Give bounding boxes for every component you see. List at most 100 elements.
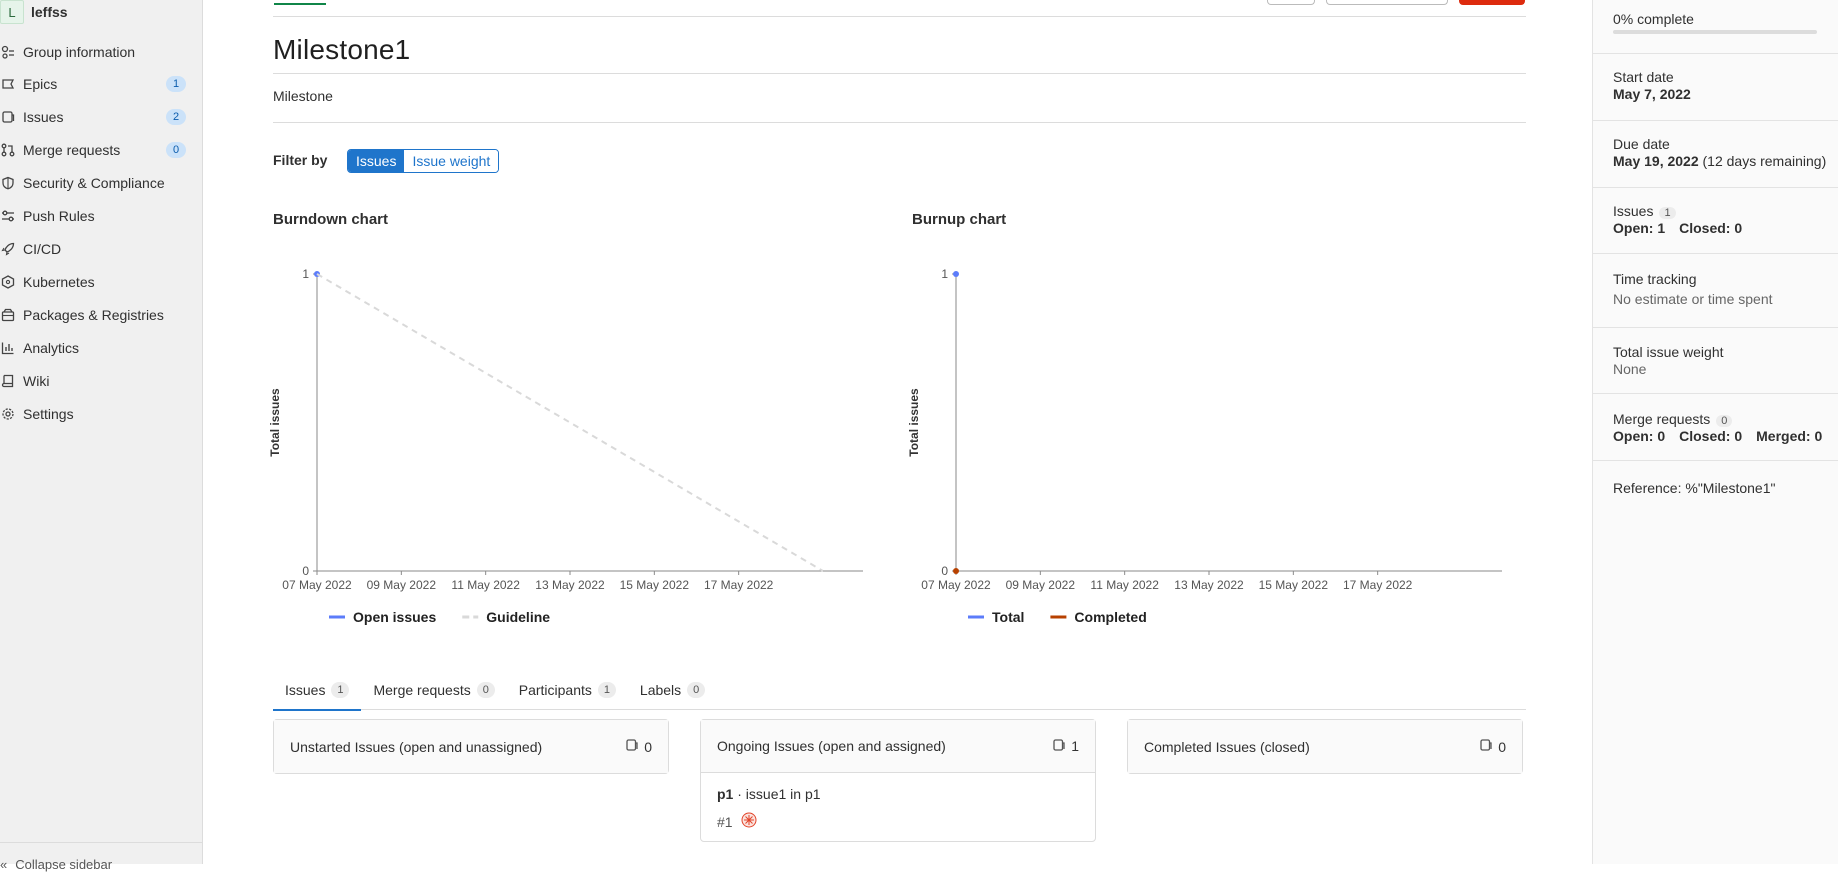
count-badge: 1 xyxy=(166,76,186,92)
tab-label: Merge requests xyxy=(373,682,471,698)
chart-icon xyxy=(0,340,16,356)
sidebar-item-label: Merge requests xyxy=(23,142,121,158)
more-actions-button[interactable] xyxy=(1267,0,1315,5)
y-tick-label: 1 xyxy=(302,267,309,281)
sidebar-item-packages-registries[interactable]: Packages & Registries xyxy=(0,301,203,329)
x-tick-label: 13 May 2022 xyxy=(1174,578,1244,592)
sidebar-item-label: Settings xyxy=(23,406,74,422)
total-weight-value: None xyxy=(1613,361,1647,377)
delete-button[interactable] xyxy=(1459,0,1525,5)
right-sidebar: 0% complete Start date May 7, 2022 Due d… xyxy=(1592,0,1838,864)
reference-section[interactable]: Reference: %"Milestone1" xyxy=(1613,480,1838,496)
sidebar-item-cicd[interactable]: CI/CD xyxy=(0,235,203,263)
tab-labels[interactable]: Labels 0 xyxy=(628,670,717,710)
burndown-chart: 0 1 07 May 2022 09 May 2022 11 May 2022 13 Ma… xyxy=(268,267,863,625)
tab-issues[interactable]: Issues 1 xyxy=(273,670,362,711)
shield-icon xyxy=(0,175,16,191)
due-date-label: Due date xyxy=(1613,136,1670,152)
time-tracking-value: No estimate or time spent xyxy=(1613,291,1773,307)
edit-button[interactable] xyxy=(1326,0,1448,5)
sidebar-item-analytics[interactable]: Analytics xyxy=(0,334,203,362)
divider xyxy=(273,122,1526,123)
filter-issue-weight-button[interactable]: Issue weight xyxy=(404,150,499,172)
time-tracking-label: Time tracking xyxy=(1613,271,1697,287)
board-header: Unstarted Issues (open and unassigned) 0 xyxy=(274,720,668,773)
count-badge: 0 xyxy=(166,142,186,158)
board-title: Ongoing Issues (open and assigned) xyxy=(717,738,946,754)
total-weight-label: Total issue weight xyxy=(1613,344,1724,360)
divider xyxy=(1593,53,1838,54)
mr-label: Merge requests xyxy=(1613,411,1711,427)
burnup-chart-title: Burnup chart xyxy=(912,211,1007,228)
sidebar-item-security-compliance[interactable]: Security & Compliance xyxy=(0,169,203,197)
sidebar-item-settings[interactable]: Settings xyxy=(0,400,203,428)
filter-issues-button[interactable]: Issues xyxy=(348,150,405,172)
sidebar-item-label: Epics xyxy=(23,76,58,92)
sidebar-item-group-information[interactable]: Group information xyxy=(0,38,203,66)
count-badge: 1 xyxy=(1659,207,1676,219)
count-badge: 0 xyxy=(1716,415,1733,427)
group-avatar: L xyxy=(0,0,24,24)
y-tick-label: 0 xyxy=(302,564,309,578)
y-axis-label: Total issues xyxy=(268,388,282,457)
board-completed: Completed Issues (closed) 0 xyxy=(1127,719,1523,774)
time-tracking-section[interactable]: Time tracking No estimate or time spent xyxy=(1613,271,1838,307)
series-point-1 xyxy=(953,568,959,574)
issue-card[interactable]: p1 · issue1 in p1 #1 xyxy=(701,773,1095,841)
issues-icon xyxy=(1479,738,1493,755)
burnup-chart: 0 1 07 May 2022 09 May 2022 11 May 2022 13 Ma… xyxy=(907,267,1502,625)
mr-row: Merge requests 0 xyxy=(1613,411,1838,427)
sidebar-item-epics[interactable]: Epics 1 xyxy=(0,70,203,98)
sidebar-item-label: Kubernetes xyxy=(23,274,95,290)
collapse-sidebar-button[interactable]: « Collapse sidebar xyxy=(0,842,203,872)
count-badge: 2 xyxy=(166,109,186,125)
due-date-section[interactable]: Due date May 19, 2022 (12 days remaining… xyxy=(1613,136,1838,169)
issue-card-title[interactable]: p1 · issue1 in p1 xyxy=(717,786,1079,802)
x-tick-label: 09 May 2022 xyxy=(367,578,437,592)
assignee-avatar[interactable] xyxy=(741,812,757,831)
sidebar-item-label: CI/CD xyxy=(23,241,62,257)
x-tick-label: 07 May 2022 xyxy=(921,578,991,592)
divider xyxy=(1593,187,1838,188)
milestone-tabs: Issues 1 Merge requests 0 Participants 1 La… xyxy=(273,670,1526,711)
due-date-remaining: (12 days remaining) xyxy=(1702,153,1827,169)
sidebar-item-push-rules[interactable]: Push Rules xyxy=(0,202,203,230)
burndown-chart-title: Burndown chart xyxy=(273,211,388,228)
issues-icon xyxy=(625,738,639,755)
package-icon xyxy=(0,307,16,323)
count-badge: 1 xyxy=(597,682,616,698)
mr-open: Open: 0 xyxy=(1613,428,1666,444)
x-tick-label: 15 May 2022 xyxy=(620,578,690,592)
kubernetes-icon xyxy=(0,274,16,290)
total-weight-section: Total issue weight None xyxy=(1613,344,1838,377)
y-tick-label: 0 xyxy=(941,564,948,578)
filter-label: Filter by xyxy=(273,152,328,168)
tab-merge-requests[interactable]: Merge requests 0 xyxy=(361,670,506,710)
board-count: 1 xyxy=(1052,738,1079,755)
divider xyxy=(1593,393,1838,394)
sidebar-item-kubernetes[interactable]: Kubernetes xyxy=(0,268,203,296)
group-header[interactable]: L leffss xyxy=(0,0,203,24)
separator: · xyxy=(733,786,746,802)
issue-project: p1 xyxy=(717,786,734,802)
group-name: leffss xyxy=(31,4,68,20)
board-count-value: 0 xyxy=(644,738,652,755)
board-title: Unstarted Issues (open and unassigned) xyxy=(290,738,543,755)
collapse-sidebar-label: Collapse sidebar xyxy=(15,857,113,872)
issue-meta: #1 xyxy=(717,812,1079,831)
sidebar-item-label: Push Rules xyxy=(23,208,95,224)
sidebar-item-issues[interactable]: Issues 2 xyxy=(0,103,203,131)
sidebar-item-merge-requests[interactable]: Merge requests 0 xyxy=(0,136,203,164)
board-count: 0 xyxy=(1479,738,1506,755)
group-info-icon xyxy=(0,44,16,60)
start-date-section[interactable]: Start date May 7, 2022 xyxy=(1613,69,1838,102)
issues-open: Open: 1 xyxy=(1613,220,1666,236)
legend-label-1: Guideline xyxy=(486,609,550,625)
sidebar-item-wiki[interactable]: Wiki xyxy=(0,367,203,395)
x-tick-label: 09 May 2022 xyxy=(1006,578,1076,592)
start-date-value: May 7, 2022 xyxy=(1613,86,1691,102)
issue-title: issue1 in p1 xyxy=(745,786,821,802)
divider xyxy=(1593,120,1838,121)
mr-closed: Closed: 0 xyxy=(1679,428,1743,444)
tab-participants[interactable]: Participants 1 xyxy=(507,670,628,710)
